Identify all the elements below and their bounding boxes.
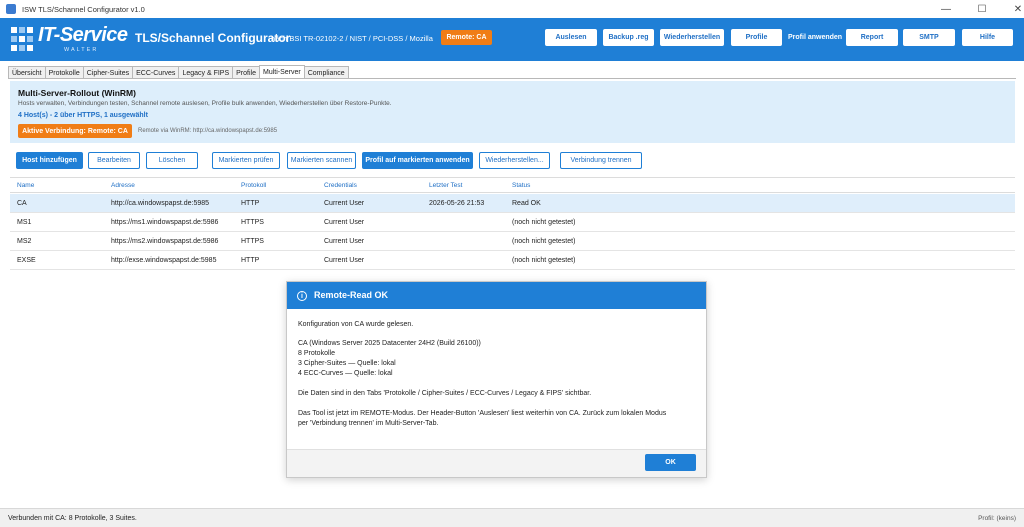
app-subtitle: nach BSI TR-02102-2 / NIST / PCI-DSS / M…	[271, 34, 433, 43]
cell-status: (noch nicht getestet)	[512, 238, 576, 245]
logo-sub: WALTER	[64, 47, 99, 53]
dialog-text: Das Tool ist jetzt im REMOTE-Modus. Der …	[298, 410, 667, 417]
logo-brand: IT-Service	[38, 24, 128, 46]
logo: IT-Service WALTER	[10, 23, 130, 57]
tab-divider	[8, 78, 1016, 79]
maximize-button[interactable]: ☐	[964, 0, 1000, 18]
info-icon: i	[297, 291, 307, 301]
column-header-name[interactable]: Name	[17, 182, 34, 189]
remote-badge: Remote: CA	[441, 30, 492, 45]
dialog-text: per 'Verbindung trennen' im Multi-Server…	[298, 420, 439, 427]
ok-button[interactable]: OK	[645, 454, 696, 471]
profile-status: Profil: (keins)	[978, 515, 1016, 522]
table-row[interactable]: EXSE http://exse.windowspapst.de:5985 HT…	[10, 251, 1015, 270]
dialog-text: Die Daten sind in den Tabs 'Protokolle /…	[298, 390, 592, 397]
scan-selected-button[interactable]: Markierten scannen	[287, 152, 356, 169]
cell-credentials: Current User	[324, 200, 365, 207]
tab-multi-server[interactable]: Multi-Server	[258, 65, 305, 79]
section-title: Multi-Server-Rollout (WinRM)	[18, 88, 136, 98]
close-button[interactable]: ✕	[1000, 0, 1024, 18]
cell-protokoll: HTTP	[241, 200, 260, 207]
logo-mark-icon	[11, 27, 33, 51]
cell-protokoll: HTTP	[241, 257, 260, 264]
cell-credentials: Current User	[324, 257, 365, 264]
dialog-text: 3 Cipher-Suites — Quelle: lokal	[298, 360, 396, 367]
dialog-text: Konfiguration von CA wurde gelesen.	[298, 321, 414, 328]
dialog-text: CA (Windows Server 2025 Datacenter 24H2 …	[298, 340, 481, 347]
status-text: Verbunden mit CA: 8 Protokolle, 3 Suites…	[8, 515, 137, 522]
app-icon	[6, 4, 16, 14]
table-row[interactable]: MS1 https://ms1.windowspapst.de:5986 HTT…	[10, 213, 1015, 232]
column-header-status[interactable]: Status	[512, 182, 530, 189]
hilfe-button[interactable]: Hilfe	[962, 29, 1013, 46]
edit-button[interactable]: Bearbeiten	[88, 152, 140, 169]
delete-button[interactable]: Löschen	[146, 152, 198, 169]
wiederherstellen-button[interactable]: Wiederherstellen	[660, 29, 724, 46]
profile-button[interactable]: Profile	[731, 29, 782, 46]
cell-adresse: http://ca.windowspapst.de:5985	[111, 200, 210, 207]
column-header-credentials[interactable]: Credentials	[324, 182, 357, 189]
cell-credentials: Current User	[324, 238, 365, 245]
cell-credentials: Current User	[324, 219, 365, 226]
cell-protokoll: HTTPS	[241, 219, 264, 226]
table-header: Name Adresse Protokoll Credentials Letzt…	[10, 177, 1015, 193]
apply-profile-selected-button[interactable]: Profil auf markierten anwenden	[362, 152, 473, 169]
disconnect-button[interactable]: Verbindung trennen	[560, 152, 642, 169]
column-header-protokoll[interactable]: Protokoll	[241, 182, 266, 189]
backup-button[interactable]: Backup .reg	[603, 29, 654, 46]
cell-adresse: http://exse.windowspapst.de:5985	[111, 257, 217, 264]
cell-name: CA	[17, 200, 27, 207]
app-header: IT-Service WALTER TLS/Schannel Configura…	[0, 18, 1024, 61]
connection-note: Remote via WinRM: http://ca.windowspapst…	[138, 128, 278, 134]
report-button[interactable]: Report	[846, 29, 898, 46]
table-row[interactable]: MS2 https://ms2.windowspapst.de:5986 HTT…	[10, 232, 1015, 251]
add-host-button[interactable]: Host hinzufügen	[16, 152, 83, 169]
dialog-header: i Remote-Read OK	[287, 282, 706, 309]
auslesen-button[interactable]: Auslesen	[545, 29, 597, 46]
cell-name: MS2	[17, 238, 32, 245]
cell-status: (noch nicht getestet)	[512, 219, 576, 226]
dialog-text: 4 ECC-Curves — Quelle: lokal	[298, 370, 393, 377]
status-bar: Verbunden mit CA: 8 Protokolle, 3 Suites…	[0, 508, 1024, 527]
dialog-footer	[287, 449, 706, 477]
cell-adresse: https://ms2.windowspapst.de:5986	[111, 238, 219, 245]
smtp-button[interactable]: SMTP	[903, 29, 955, 46]
window-titlebar: ISW TLS/Schannel Configurator v1.0 — ☐ ✕	[0, 0, 1024, 18]
host-count: 4 Host(s) - 2 über HTTPS, 1 ausgewählt	[18, 112, 148, 119]
cell-status: Read OK	[512, 200, 541, 207]
cell-letzter-test: 2026-05-26 21:53	[429, 200, 485, 207]
minimize-button[interactable]: —	[928, 0, 964, 18]
table-row[interactable]: CA http://ca.windowspapst.de:5985 HTTP C…	[10, 194, 1015, 213]
profil-anwenden-button[interactable]: Profil anwenden	[788, 29, 842, 46]
cell-name: MS1	[17, 219, 32, 226]
restore-button[interactable]: Wiederherstellen...	[479, 152, 550, 169]
check-selected-button[interactable]: Markierten prüfen	[212, 152, 280, 169]
cell-adresse: https://ms1.windowspapst.de:5986	[111, 219, 219, 226]
remote-read-dialog: i Remote-Read OK Konfiguration von CA wu…	[286, 281, 707, 478]
cell-protokoll: HTTPS	[241, 238, 264, 245]
column-header-letzter-test[interactable]: Letzter Test	[429, 182, 462, 189]
column-header-adresse[interactable]: Adresse	[111, 182, 135, 189]
active-connection-badge: Aktive Verbindung: Remote: CA	[18, 124, 132, 138]
app-title: TLS/Schannel Configurator	[135, 31, 291, 45]
dialog-title: Remote-Read OK	[314, 290, 389, 300]
cell-status: (noch nicht getestet)	[512, 257, 576, 264]
dialog-text: 8 Protokolle	[298, 350, 335, 357]
section-description: Hosts verwalten, Verbindungen testen, Sc…	[18, 100, 392, 107]
window-title: ISW TLS/Schannel Configurator v1.0	[22, 4, 145, 14]
cell-name: EXSE	[17, 257, 36, 264]
